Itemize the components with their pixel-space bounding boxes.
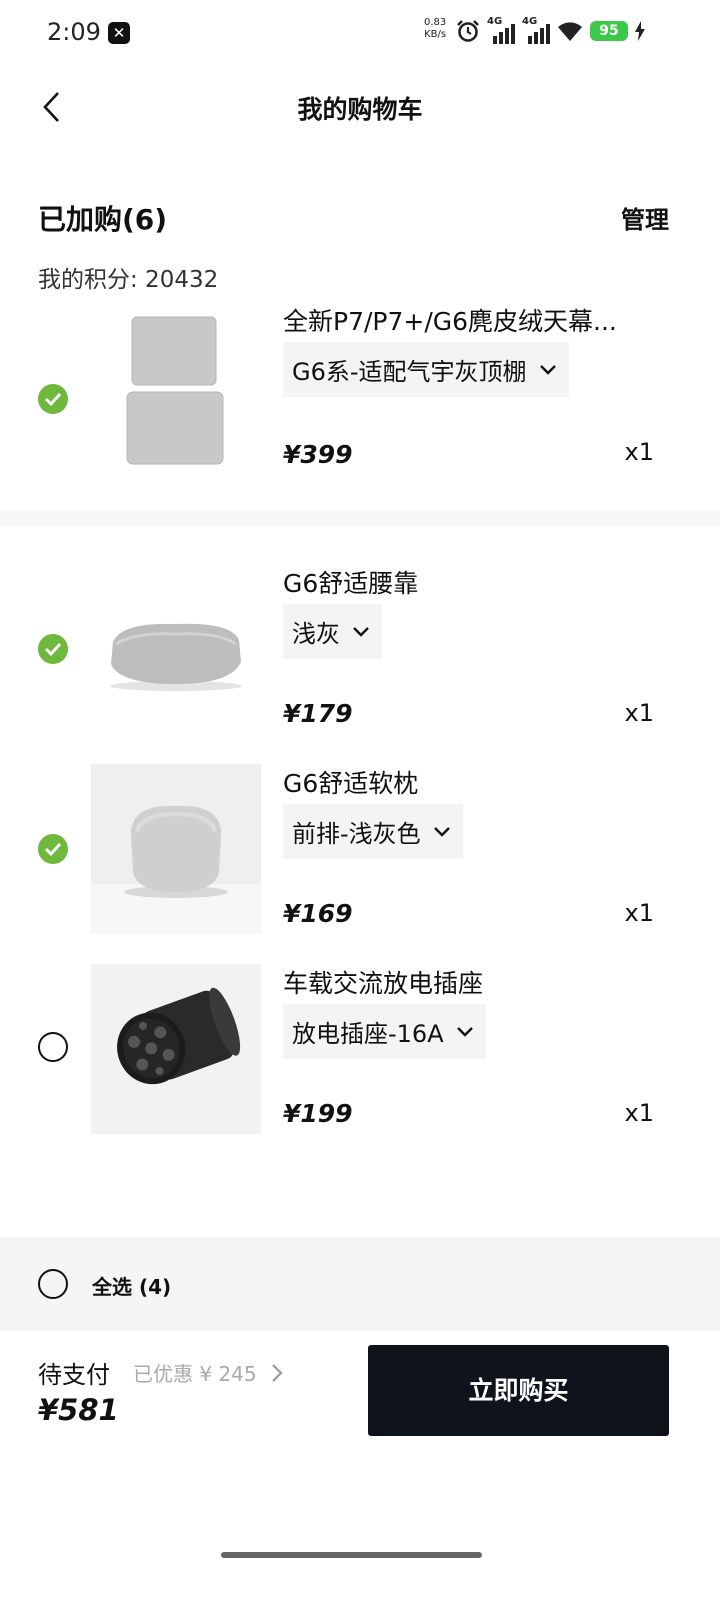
variant-label: G6系-适配气宇灰顶棚 <box>292 358 527 386</box>
cellular-signal-icon-2: 4G <box>522 16 550 44</box>
status-bar: 2:09 ✕ 0.83 KB/s 4G 4G 95 <box>0 0 720 64</box>
chevron-down-icon <box>539 364 556 375</box>
item-checkbox[interactable] <box>38 1032 68 1062</box>
net-speed-value: 0.83 <box>424 17 447 28</box>
variant-selector[interactable]: 放电插座-16A <box>283 1004 486 1059</box>
product-quantity: x1 <box>624 899 654 927</box>
product-name: 全新P7/P7+/G6麂皮绒天幕... <box>283 307 617 336</box>
cellular-signal-icon: 4G <box>487 16 515 44</box>
section-divider <box>0 510 720 526</box>
home-indicator[interactable] <box>221 1552 482 1558</box>
cart-list-clip: 全新P7/P7+/G6麂皮绒天幕... G6系-适配气宇灰顶棚 ¥399 x1 <box>0 304 720 510</box>
select-all-label[interactable]: 全选 (4) <box>92 1271 171 1300</box>
check-icon <box>44 392 62 407</box>
sunshade-image <box>126 316 224 465</box>
manage-button[interactable]: 管理 <box>621 200 669 235</box>
app-notification-icon: ✕ <box>108 22 130 44</box>
product-name: 车载交流放电插座 <box>283 969 484 998</box>
product-quantity: x1 <box>624 699 654 727</box>
points-balance: 我的积分: 20432 <box>38 267 219 293</box>
product-image[interactable] <box>91 764 261 934</box>
item-checkbox[interactable] <box>38 634 68 664</box>
variant-selector[interactable]: 浅灰 <box>283 604 382 659</box>
cart-item[interactable]: G6舒适腰靠 浅灰 ¥179 x1 <box>0 564 720 754</box>
discount-label: 已优惠 ¥ 245 <box>133 1362 257 1386</box>
item-checkbox[interactable] <box>38 384 68 414</box>
buy-now-button[interactable]: 立即购买 <box>368 1345 669 1436</box>
cart-item[interactable]: G6舒适软枕 前排-浅灰色 ¥169 x1 <box>0 764 720 954</box>
product-name: G6舒适腰靠 <box>283 569 419 598</box>
product-image[interactable] <box>91 312 261 482</box>
variant-label: 浅灰 <box>292 620 340 648</box>
check-icon <box>44 642 62 657</box>
page-title: 我的购物车 <box>297 95 423 124</box>
select-all-bar: 全选 (4) <box>0 1237 720 1331</box>
cart-item[interactable]: 全新P7/P7+/G6麂皮绒天幕... G6系-适配气宇灰顶棚 ¥399 x1 <box>0 307 720 502</box>
status-time: 2:09 <box>47 18 101 46</box>
soft-pillow-image <box>91 805 261 934</box>
product-name: G6舒适软枕 <box>283 769 419 798</box>
product-image[interactable] <box>91 564 261 734</box>
product-price: ¥199 <box>283 1099 353 1128</box>
chevron-right-icon <box>271 1363 283 1382</box>
wifi-icon <box>558 22 582 41</box>
cart-count: 已加购(6) <box>38 203 168 236</box>
pay-label: 待支付 <box>38 1361 110 1389</box>
product-price: ¥399 <box>283 440 353 469</box>
total-price: ¥581 <box>38 1393 119 1427</box>
item-checkbox[interactable] <box>38 834 68 864</box>
network-speed: 0.83 KB/s <box>424 17 446 41</box>
battery-indicator: 95 <box>590 21 628 41</box>
variant-label: 放电插座-16A <box>292 1020 444 1048</box>
check-icon <box>44 842 62 857</box>
chevron-down-icon <box>353 626 369 637</box>
alarm-icon <box>457 20 479 42</box>
variant-label: 前排-浅灰色 <box>292 820 421 848</box>
select-all-checkbox[interactable] <box>38 1269 68 1299</box>
variant-selector[interactable]: G6系-适配气宇灰顶棚 <box>283 342 569 397</box>
chevron-down-icon <box>456 1026 473 1037</box>
cart-item[interactable]: 车载交流放电插座 放电插座-16A ¥199 x1 <box>0 964 720 1154</box>
discount-details[interactable]: 已优惠 ¥ 245 <box>133 1358 283 1387</box>
status-icons: 4G 4G 95 <box>456 16 645 44</box>
product-quantity: x1 <box>624 1099 654 1127</box>
net-speed-unit: KB/s <box>424 29 447 40</box>
product-quantity: x1 <box>624 438 654 466</box>
product-price: ¥169 <box>283 899 353 928</box>
lumbar-pillow-image <box>110 623 242 691</box>
charging-icon <box>635 21 645 41</box>
product-price: ¥179 <box>283 699 353 728</box>
discharge-socket-image <box>117 987 241 1085</box>
variant-selector[interactable]: 前排-浅灰色 <box>283 804 463 859</box>
product-image[interactable] <box>91 964 261 1134</box>
chevron-down-icon <box>433 826 450 837</box>
